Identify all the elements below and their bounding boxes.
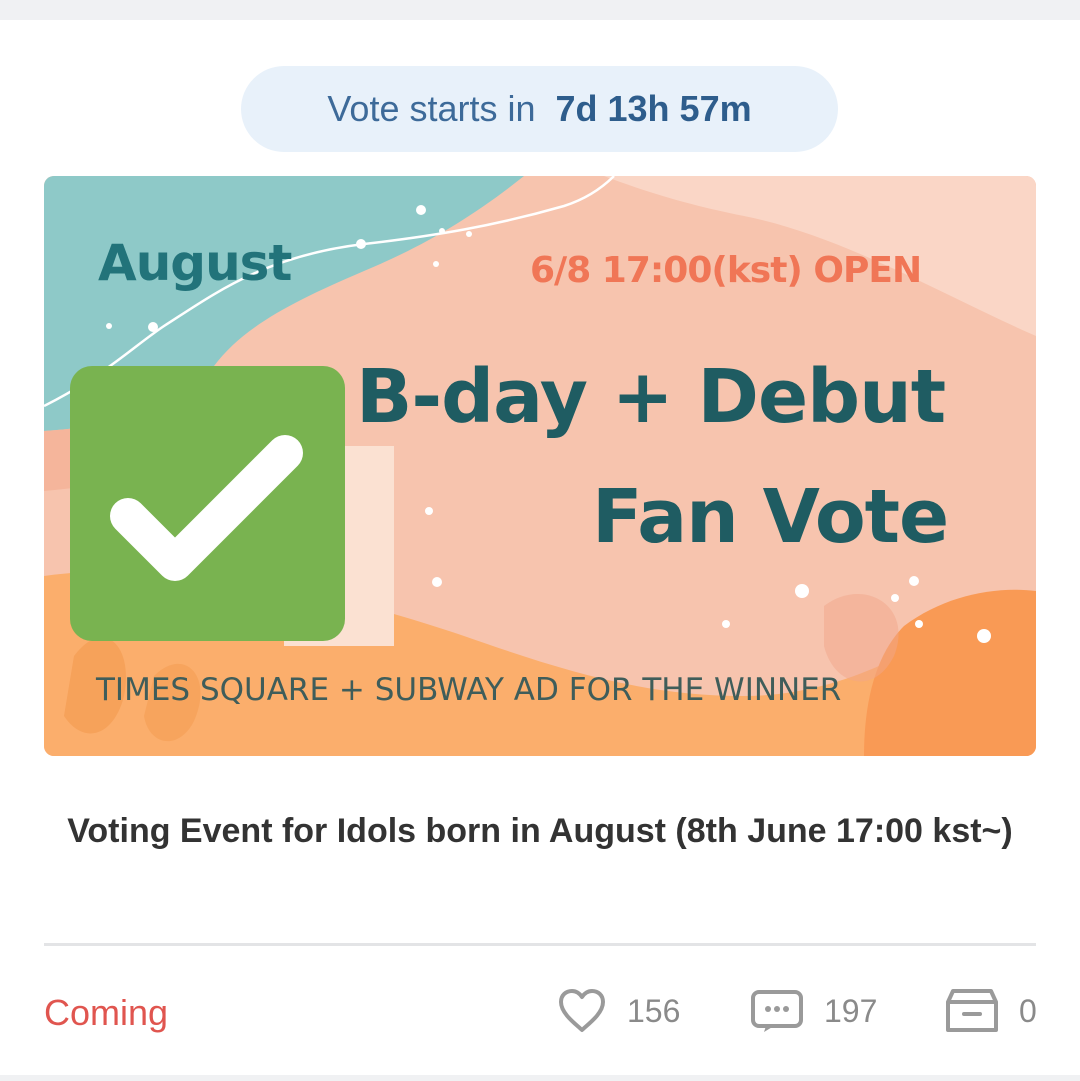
heart-icon	[559, 989, 605, 1032]
banner-title-line1: B-day + Debut	[356, 354, 946, 440]
banner-subtitle: TIMES SQUARE + SUBWAY AD FOR THE WINNER	[96, 672, 842, 708]
bottom-separator	[0, 1075, 1080, 1081]
banner-open-time: 6/8 17:00(kst) OPEN	[530, 250, 922, 291]
countdown-label: Vote starts in	[327, 88, 536, 129]
countdown-time: 7d 13h 57m	[555, 88, 752, 129]
comment-icon	[751, 990, 803, 1032]
like-count: 156	[627, 992, 681, 1029]
comment-button[interactable]: 197	[750, 988, 877, 1034]
top-separator	[0, 0, 1080, 20]
like-button[interactable]: 156	[557, 988, 680, 1034]
event-title[interactable]: Voting Event for Idols born in August (8…	[60, 808, 1020, 854]
save-button[interactable]: 0	[945, 988, 1037, 1034]
comment-count: 197	[824, 992, 878, 1029]
save-count: 0	[1019, 992, 1037, 1029]
checkmark-icon	[70, 366, 345, 641]
archive-icon	[946, 989, 998, 1032]
vote-countdown-pill: Vote starts in 7d 13h 57m	[241, 66, 838, 152]
banner-month: August	[98, 234, 292, 292]
divider	[44, 943, 1036, 946]
status-label: Coming	[44, 992, 169, 1033]
banner-title-line2: Fan Vote	[592, 474, 949, 560]
